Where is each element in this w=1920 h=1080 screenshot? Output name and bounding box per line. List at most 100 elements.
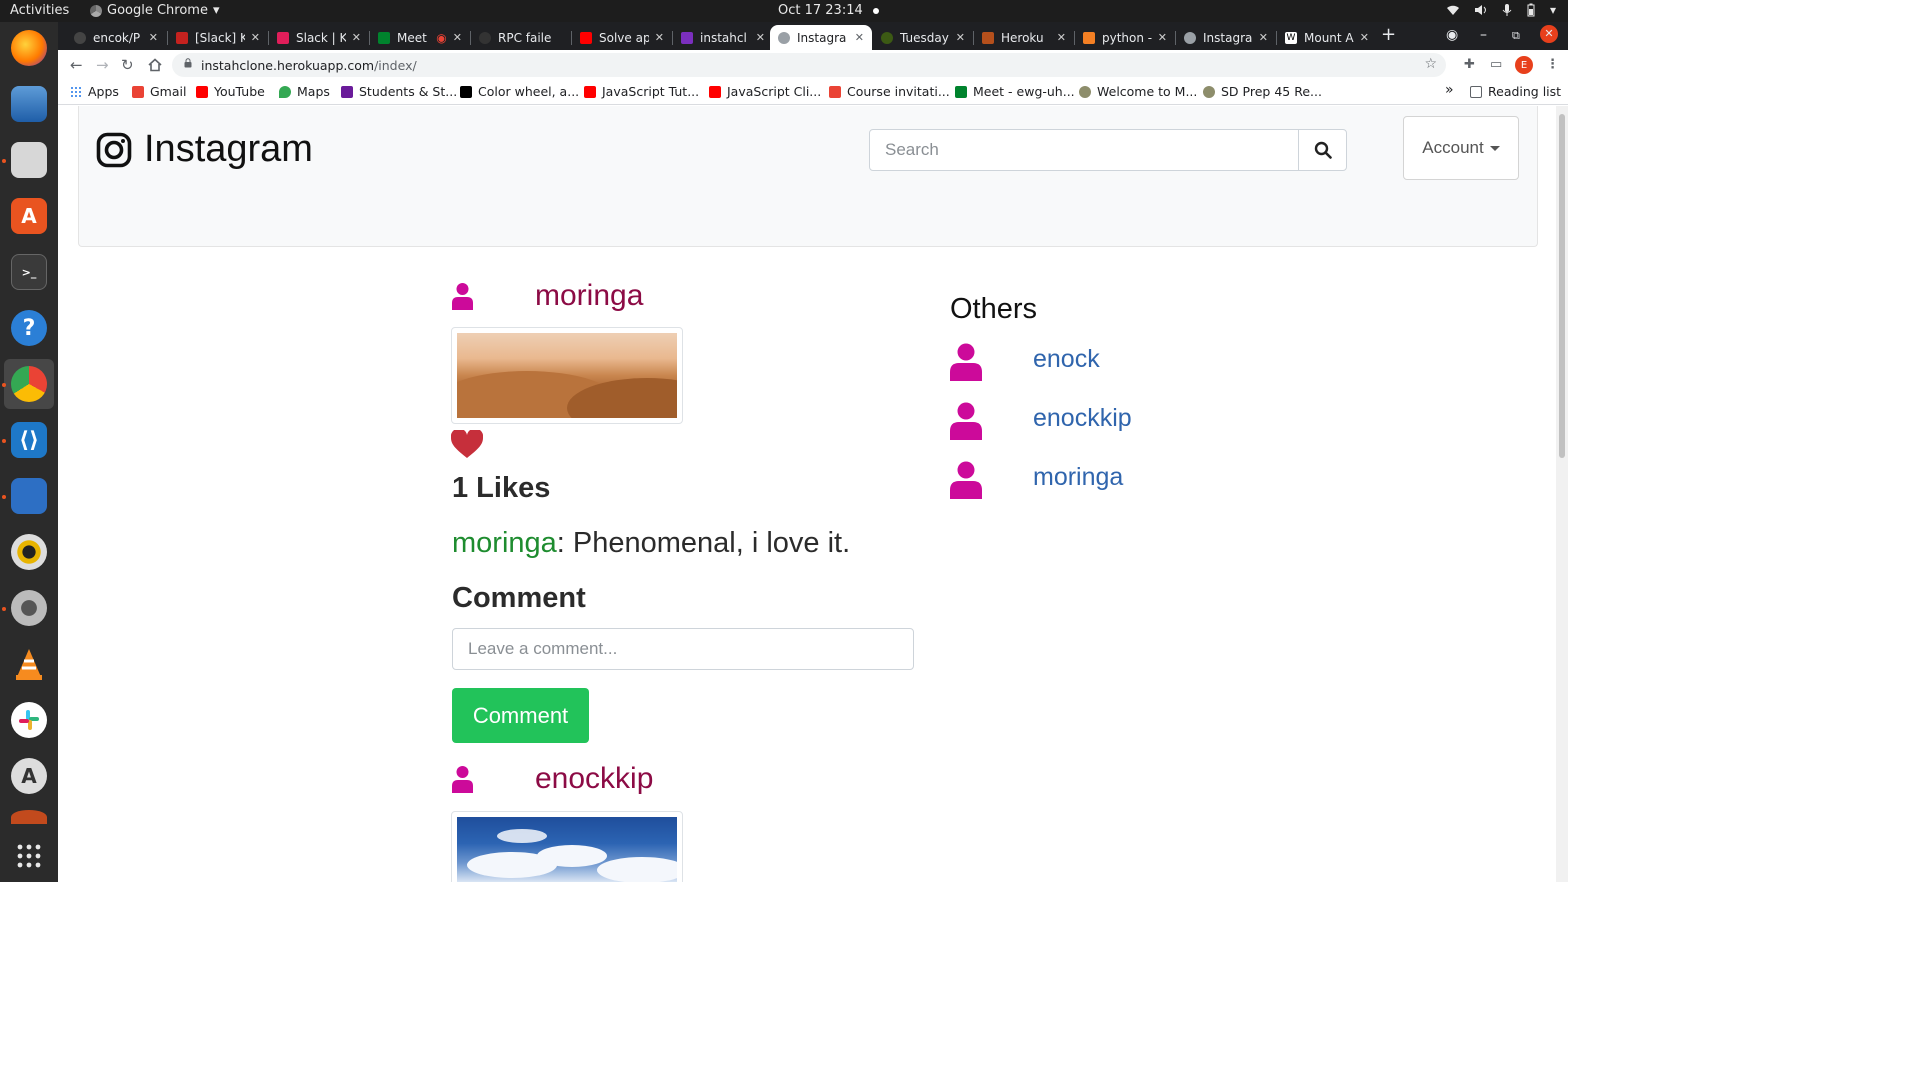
post-image-frame[interactable] [451, 811, 683, 882]
close-icon[interactable]: ✕ [1360, 31, 1369, 44]
partial-dock-icon[interactable] [11, 810, 47, 824]
page-scrollbar[interactable] [1556, 106, 1568, 882]
bookmark-js-tut[interactable]: JavaScript Tut... [584, 84, 699, 99]
back-arrow-icon[interactable]: ← [70, 56, 83, 74]
heart-like-icon[interactable] [451, 430, 483, 459]
profile-avatar[interactable]: E [1515, 56, 1533, 74]
close-icon[interactable]: ✕ [956, 31, 965, 44]
software-center-icon[interactable]: A [11, 198, 47, 234]
comment-submit-button[interactable]: Comment [452, 688, 589, 743]
search-input[interactable] [870, 130, 1298, 170]
tab-search-icon[interactable]: ◉ [1446, 27, 1458, 43]
close-icon[interactable]: ✕ [352, 31, 361, 44]
forward-arrow-icon[interactable]: → [96, 56, 109, 74]
new-tab-button[interactable]: + [1381, 24, 1396, 45]
rhythmbox-icon[interactable] [11, 534, 47, 570]
update-manager-icon[interactable]: A [11, 758, 47, 794]
clock[interactable]: Oct 17 23:14 [778, 3, 879, 18]
comment-username[interactable]: moringa [452, 527, 557, 559]
app-menu-label: Google Chrome [107, 3, 208, 18]
reload-icon[interactable]: ↻ [121, 56, 134, 74]
system-tray[interactable]: ▾ [1446, 3, 1556, 17]
bookmark-welcome[interactable]: Welcome to M... [1079, 84, 1197, 99]
bookmark-youtube[interactable]: YouTube [196, 84, 265, 99]
account-dropdown[interactable]: Account [1403, 116, 1519, 180]
scrollbar-thumb[interactable] [1559, 114, 1565, 458]
tab-9[interactable]: Heroku ✕ [974, 25, 1074, 50]
post-username[interactable]: enockkip [535, 762, 653, 796]
others-user-link[interactable]: moringa [1033, 463, 1123, 492]
tab-title: Tuesday [900, 30, 949, 45]
vlc-icon[interactable] [11, 646, 47, 682]
bookmark-gmail[interactable]: Gmail [132, 84, 186, 99]
close-window-button[interactable]: ✕ [1540, 25, 1558, 43]
close-icon[interactable]: ✕ [149, 31, 158, 44]
tab-title: Heroku [1001, 30, 1044, 45]
vscode-icon[interactable]: ⟨⟩ [11, 422, 47, 458]
bookmark-js-cli[interactable]: JavaScript Cli... [709, 84, 821, 99]
brand[interactable]: Instagram [96, 128, 313, 171]
home-icon[interactable] [148, 58, 162, 72]
close-icon[interactable]: ✕ [655, 31, 664, 44]
post-username[interactable]: moringa [535, 279, 643, 313]
help-icon[interactable]: ? [11, 310, 47, 346]
restore-button[interactable]: ⧉ [1512, 29, 1520, 43]
terminal-icon[interactable]: >_ [11, 254, 47, 290]
bookmark-students[interactable]: Students & St... [341, 84, 457, 99]
bookmark-meet[interactable]: Meet - ewg-uh... [955, 84, 1075, 99]
close-icon[interactable]: ✕ [1259, 31, 1268, 44]
close-icon[interactable]: ✕ [453, 31, 462, 44]
close-icon[interactable]: ✕ [756, 31, 765, 44]
slack-icon[interactable] [11, 702, 47, 738]
chrome-dock-icon[interactable] [11, 366, 47, 402]
tab-4[interactable]: RPC faile [471, 25, 571, 50]
minimize-button[interactable]: – [1480, 27, 1487, 43]
tab-10[interactable]: python - ✕ [1075, 25, 1175, 50]
files-icon[interactable] [11, 142, 47, 178]
tab-11[interactable]: Instagra ✕ [1176, 25, 1276, 50]
user-icon [950, 402, 982, 440]
bookmark-color-wheel[interactable]: Color wheel, a... [460, 84, 579, 99]
bookmark-course[interactable]: Course invitati... [829, 84, 950, 99]
cast-icon[interactable]: ▭ [1490, 57, 1502, 72]
comment-input[interactable] [452, 628, 914, 670]
close-icon[interactable]: ✕ [1057, 31, 1066, 44]
bookmark-maps[interactable]: Maps [279, 84, 330, 99]
tab-3[interactable]: Meet ◉ ✕ [370, 25, 470, 50]
search-button[interactable] [1298, 130, 1346, 170]
bookmarks-overflow[interactable]: » [1445, 82, 1454, 98]
extensions-puzzle-icon[interactable]: ✚ [1464, 57, 1475, 72]
app-menu[interactable]: Google Chrome ▾ [90, 3, 220, 18]
tab-12[interactable]: W Mount A ✕ [1277, 25, 1377, 50]
tab-5[interactable]: Solve ap ✕ [572, 25, 672, 50]
youtube-icon [584, 85, 596, 98]
others-user-link[interactable]: enock [1033, 345, 1100, 374]
gmail-icon [132, 85, 144, 98]
tab-7-active[interactable]: Instagra ✕ [770, 25, 872, 50]
menu-kebab-icon[interactable]: ⋮ [1546, 57, 1559, 72]
tab-0[interactable]: encok/P ✕ [66, 25, 166, 50]
close-icon[interactable]: ✕ [251, 31, 260, 44]
post-image-frame[interactable] [451, 327, 683, 424]
activities-button[interactable]: Activities [10, 3, 69, 18]
tab-2[interactable]: Slack | Ki ✕ [269, 25, 369, 50]
tab-6[interactable]: instahcl ✕ [673, 25, 773, 50]
bookmark-star-icon[interactable]: ☆ [1424, 56, 1437, 72]
others-user-link[interactable]: enockkip [1033, 404, 1132, 433]
bookmark-sd-prep[interactable]: SD Prep 45 Re... [1203, 84, 1322, 99]
address-bar[interactable]: instahclone.herokuapp.com/index/ ☆ [172, 53, 1446, 77]
close-icon[interactable]: ✕ [855, 31, 864, 44]
tab-title: Slack | Ki [296, 30, 346, 45]
bookmark-apps[interactable]: Apps [70, 84, 119, 99]
bookmark-label: Maps [297, 84, 330, 99]
show-applications-icon[interactable] [11, 838, 47, 874]
reading-list-button[interactable]: Reading list [1470, 84, 1561, 99]
writer-icon[interactable] [11, 478, 47, 514]
settings-gear-icon[interactable] [11, 590, 47, 626]
tab-8[interactable]: Tuesday ✕ [873, 25, 973, 50]
firefox-icon[interactable] [11, 30, 47, 66]
tab-1[interactable]: [Slack] K ✕ [168, 25, 268, 50]
close-icon[interactable]: ✕ [1158, 31, 1167, 44]
brand-name: Instagram [144, 128, 313, 170]
thunderbird-icon[interactable] [11, 86, 47, 122]
